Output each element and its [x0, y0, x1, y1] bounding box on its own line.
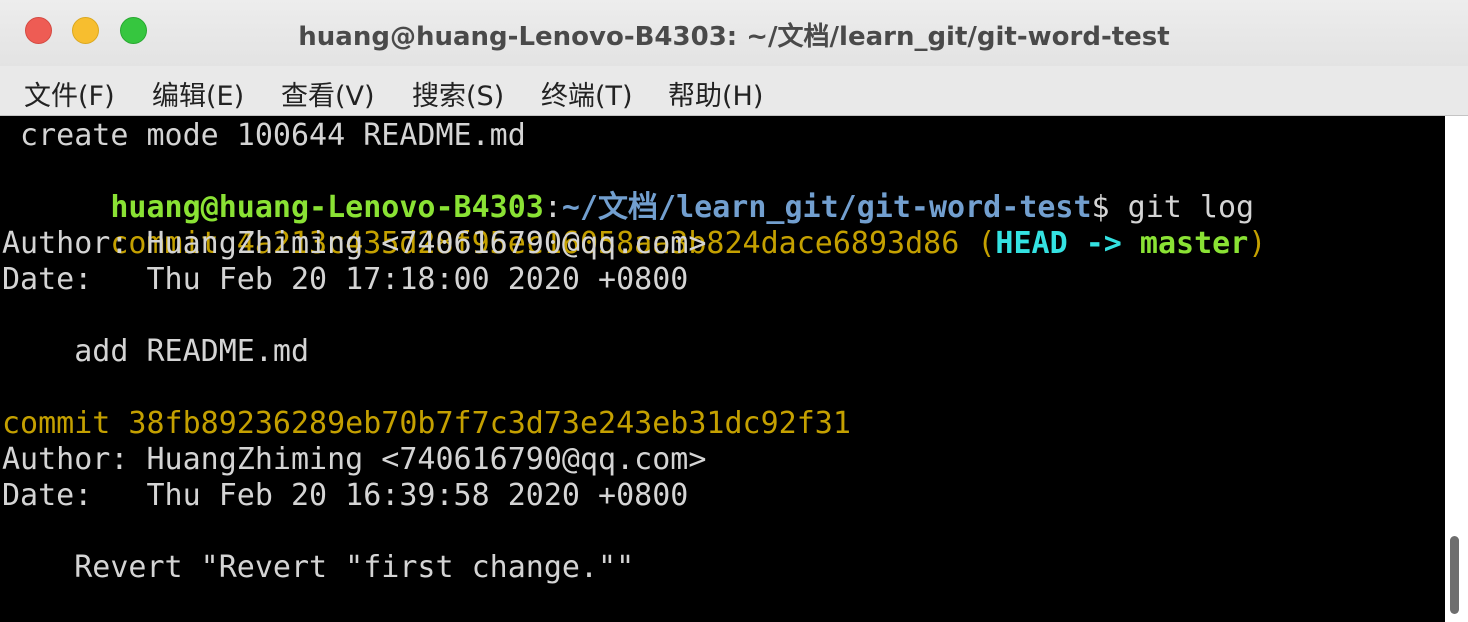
commit-date-1: Date: Thu Feb 20 17:18:00 2020 +0800: [2, 262, 689, 297]
commit-line-2: commit 38fb89236289eb70b7f7c3d73e243eb31…: [2, 406, 851, 441]
terminal-window: huang@huang-Lenovo-B4303: ~/文档/learn_git…: [0, 0, 1468, 622]
menu-file[interactable]: 文件(F): [24, 74, 115, 113]
commit-date-2: Date: Thu Feb 20 16:39:58 2020 +0800: [2, 478, 689, 513]
commit-message-1: add README.md: [2, 334, 310, 369]
commit-line-1: commit 4a213c435d28f95ec16058aa3b824dace…: [2, 190, 1266, 261]
commit-message-2: Revert "Revert "first change."": [2, 550, 635, 585]
output-line-create-mode: create mode 100644 README.md: [2, 118, 526, 153]
menu-edit[interactable]: 编辑(E): [152, 74, 244, 113]
menu-view[interactable]: 查看(V): [281, 74, 375, 113]
menu-search[interactable]: 搜索(S): [412, 74, 504, 113]
commit-author-2: Author: HuangZhiming <740616790@qq.com>: [2, 442, 707, 477]
ref-paren-open: (: [977, 226, 996, 261]
ref-paren-close: ): [1248, 226, 1267, 261]
menu-terminal[interactable]: 终端(T): [541, 74, 633, 113]
menu-help[interactable]: 帮助(H): [668, 74, 763, 113]
terminal-output[interactable]: create mode 100644 README.md huang@huang…: [0, 116, 1445, 622]
head-ref: HEAD ->: [995, 226, 1140, 261]
commit-author-1: Author: HuangZhiming <740616790@qq.com>: [2, 226, 707, 261]
scrollbar-thumb[interactable]: [1450, 536, 1459, 614]
branch-ref: master: [1139, 226, 1249, 261]
menu-bar: 文件(F) 编辑(E) 查看(V) 搜索(S) 终端(T) 帮助(H): [0, 66, 1468, 116]
prompt-line: huang@huang-Lenovo-B4303:~/文档/learn_git/…: [2, 154, 1254, 225]
window-title: huang@huang-Lenovo-B4303: ~/文档/learn_git…: [298, 22, 1170, 52]
title-bar[interactable]: huang@huang-Lenovo-B4303: ~/文档/learn_git…: [0, 0, 1468, 66]
